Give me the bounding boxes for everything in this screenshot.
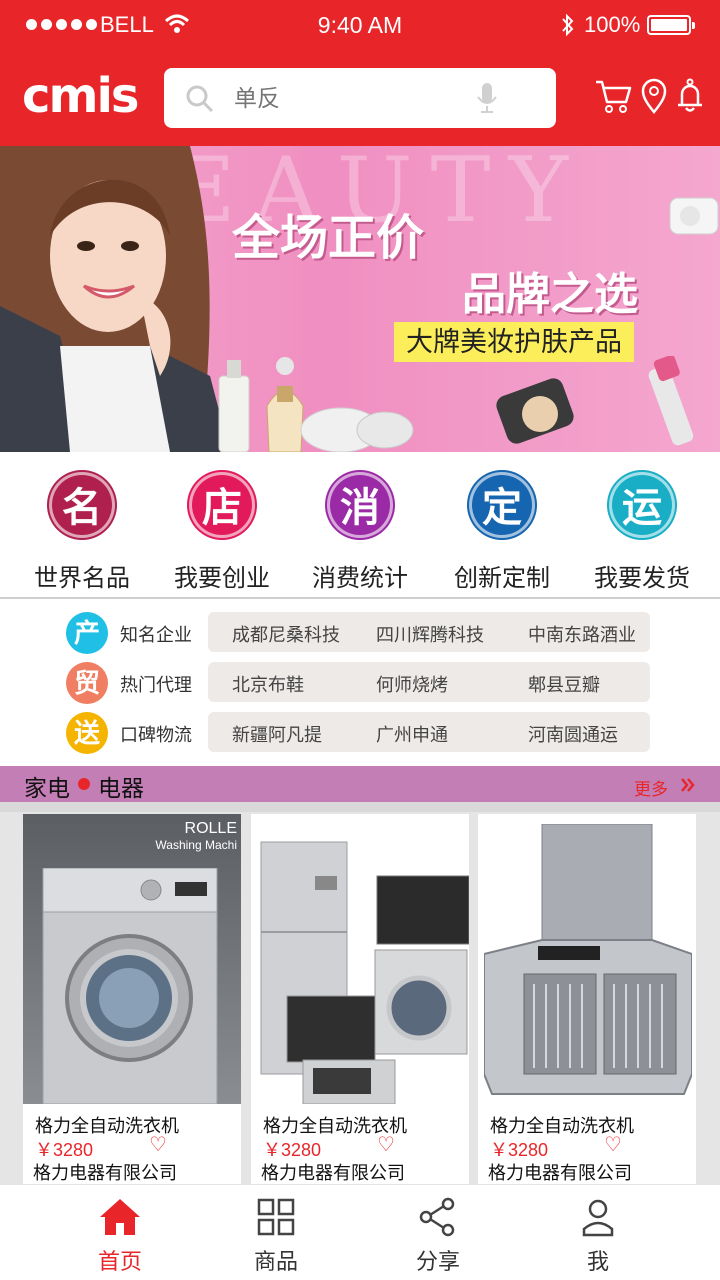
info-list: 产 知名企业 成都尼桑科技 四川辉腾科技 中南东路酒业 贸 热门代理 北京布鞋 … xyxy=(0,600,720,766)
search-input[interactable] xyxy=(234,78,484,118)
banner-headline: 全场正价 xyxy=(232,212,425,265)
category-icon: 消 xyxy=(327,472,393,538)
image-caption: ROLLE Washing Machi xyxy=(155,820,237,852)
category-label: 我要发货 xyxy=(594,565,690,592)
category-icon: 运 xyxy=(609,472,675,538)
info-row-links: 新疆阿凡提 广州申通 河南圆通运 xyxy=(208,712,650,752)
more-link[interactable]: 更多 xyxy=(634,775,668,800)
double-chevron-right-icon[interactable] xyxy=(680,777,696,793)
tab-products[interactable]: 商品 xyxy=(226,1197,326,1276)
info-link[interactable]: 中南东路酒业 xyxy=(528,621,636,647)
top-bar: BELL 9:40 AM 100% cmis xyxy=(0,0,720,146)
category-custom-made[interactable]: 定 创新定制 xyxy=(432,472,572,593)
category-spending-stats[interactable]: 消 消费统计 xyxy=(290,472,430,593)
category-label: 世界名品 xyxy=(34,565,130,592)
category-row: 名 世界名品 店 我要创业 消 消费统计 定 创新定制 运 我要发货 xyxy=(0,452,720,598)
grid-icon xyxy=(257,1198,295,1236)
banner-tagline: 大牌美妆护肤产品 xyxy=(394,322,634,362)
bell-icon[interactable] xyxy=(676,78,704,114)
category-start-business[interactable]: 店 我要创业 xyxy=(152,472,292,593)
section-header: 家电 电器 更多 xyxy=(0,766,720,802)
product-card[interactable]: ROLLE Washing Machi 格力全自动洗衣机 ￥3280 ♡ 格力电… xyxy=(23,814,241,1184)
info-row-title[interactable]: 知名企业 xyxy=(120,621,192,647)
category-label: 我要创业 xyxy=(174,565,270,592)
category-label: 消费统计 xyxy=(312,565,408,592)
home-icon xyxy=(100,1199,140,1235)
product-card[interactable]: 格力全自动洗衣机 ￥3280 ♡ 格力电器有限公司 xyxy=(251,814,469,1184)
product-company: 格力电器有限公司 xyxy=(261,1163,405,1183)
tab-label: 商品 xyxy=(253,1249,298,1274)
info-link[interactable]: 成都尼桑科技 xyxy=(232,621,340,647)
info-badge-icon: 产 xyxy=(66,612,108,654)
cream-jar-image xyxy=(669,197,719,235)
banner-subhead: 品牌之选 xyxy=(462,270,638,319)
tab-label: 我 xyxy=(586,1249,609,1274)
info-row-logistics: 送 口碑物流 新疆阿凡提 广州申通 河南圆通运 xyxy=(66,712,666,754)
section-title-left: 家电 xyxy=(24,775,70,801)
bottom-tab-bar: 首页 商品 分享 我 xyxy=(0,1184,720,1280)
info-row-agents: 贸 热门代理 北京布鞋 何师烧烤 郫县豆瓣 xyxy=(66,662,666,704)
product-image xyxy=(478,814,696,1104)
promo-banner[interactable]: EAUTY 全场正价 品牌之选 大牌美妆护肤产品 xyxy=(0,146,720,452)
tab-me[interactable]: 我 xyxy=(548,1197,648,1276)
category-world-brands[interactable]: 名 世界名品 xyxy=(12,472,152,593)
heart-icon[interactable]: ♡ xyxy=(377,1132,395,1157)
info-badge-icon: 贸 xyxy=(66,662,108,704)
product-image xyxy=(251,814,469,1104)
search-icon xyxy=(186,85,214,113)
category-ship-goods[interactable]: 运 我要发货 xyxy=(572,472,712,593)
bluetooth-icon xyxy=(562,13,574,37)
cart-icon[interactable] xyxy=(594,78,632,114)
info-link[interactable]: 北京布鞋 xyxy=(232,671,304,697)
tab-label: 分享 xyxy=(415,1249,460,1274)
info-link[interactable]: 新疆阿凡提 xyxy=(232,721,322,747)
battery-percent: 100% xyxy=(584,12,641,37)
user-icon xyxy=(582,1199,614,1237)
microphone-icon[interactable] xyxy=(476,82,498,114)
info-link[interactable]: 广州申通 xyxy=(376,721,448,747)
cosmetics-image xyxy=(496,356,694,446)
divider xyxy=(0,802,720,812)
info-link[interactable]: 郫县豆瓣 xyxy=(528,671,600,697)
info-link[interactable]: 四川辉腾科技 xyxy=(376,621,484,647)
battery-icon xyxy=(647,15,695,35)
tab-share[interactable]: 分享 xyxy=(388,1197,488,1276)
share-icon xyxy=(419,1197,455,1237)
info-row-enterprises: 产 知名企业 成都尼桑科技 四川辉腾科技 中南东路酒业 xyxy=(66,612,666,654)
product-list: ROLLE Washing Machi 格力全自动洗衣机 ￥3280 ♡ 格力电… xyxy=(0,812,720,1184)
model-image xyxy=(0,146,230,452)
heart-icon[interactable]: ♡ xyxy=(149,1132,167,1157)
tab-home[interactable]: 首页 xyxy=(70,1197,170,1276)
section-dot xyxy=(78,778,90,790)
product-company: 格力电器有限公司 xyxy=(488,1163,632,1183)
section-title-right: 电器 xyxy=(98,775,144,801)
perfume-bottles-image xyxy=(218,357,414,452)
info-row-links: 成都尼桑科技 四川辉腾科技 中南东路酒业 xyxy=(208,612,650,652)
product-card[interactable]: 格力全自动洗衣机 ￥3280 ♡ 格力电器有限公司 xyxy=(478,814,696,1184)
app-logo[interactable]: cmis xyxy=(22,70,139,122)
product-image: ROLLE Washing Machi xyxy=(23,814,241,1104)
status-bar: BELL 9:40 AM 100% xyxy=(0,0,720,52)
info-link[interactable]: 何师烧烤 xyxy=(376,671,448,697)
heart-icon[interactable]: ♡ xyxy=(604,1132,622,1157)
product-company: 格力电器有限公司 xyxy=(33,1163,177,1183)
info-badge-icon: 送 xyxy=(66,712,108,754)
info-row-title[interactable]: 热门代理 xyxy=(120,671,192,697)
divider xyxy=(0,597,720,599)
category-icon: 定 xyxy=(469,472,535,538)
info-row-links: 北京布鞋 何师烧烤 郫县豆瓣 xyxy=(208,662,650,702)
category-icon: 店 xyxy=(189,472,255,538)
location-icon[interactable] xyxy=(640,78,668,114)
search-bar[interactable] xyxy=(164,68,556,128)
category-icon: 名 xyxy=(49,472,115,538)
info-link[interactable]: 河南圆通运 xyxy=(528,721,618,747)
tab-label: 首页 xyxy=(97,1249,142,1274)
info-row-title[interactable]: 口碑物流 xyxy=(120,721,192,747)
category-label: 创新定制 xyxy=(454,565,550,592)
